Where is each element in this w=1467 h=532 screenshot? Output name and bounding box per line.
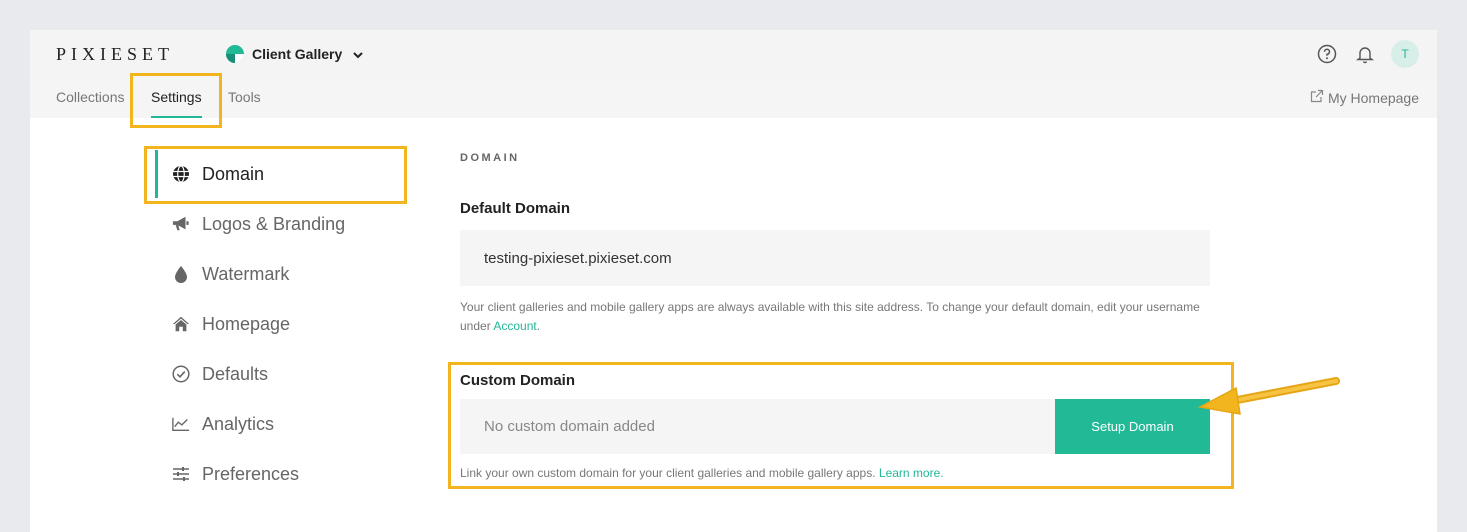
bell-icon[interactable]: [1353, 42, 1377, 66]
sub-navigation: Collections Settings Tools My Homepage: [30, 78, 1437, 118]
section-heading: DOMAIN: [460, 152, 520, 164]
tab-tools[interactable]: Tools: [228, 89, 261, 105]
pixieset-logo[interactable]: PIXIESET: [56, 44, 174, 65]
avatar[interactable]: T: [1391, 40, 1419, 68]
default-domain-value: testing-pixieset.pixieset.com: [484, 249, 672, 267]
default-domain-help-end: .: [536, 319, 541, 333]
product-name: Client Gallery: [252, 46, 343, 62]
default-domain-help: Your client galleries and mobile gallery…: [460, 298, 1220, 336]
check-circle-icon: [172, 365, 190, 383]
default-domain-title: Default Domain: [460, 200, 571, 217]
top-bar: PIXIESET Client Gallery T: [30, 30, 1437, 78]
external-link-icon: [1310, 89, 1324, 106]
default-domain-field: testing-pixieset.pixieset.com: [460, 230, 1210, 286]
client-gallery-icon: [226, 45, 244, 63]
default-domain-help-text: Your client galleries and mobile gallery…: [460, 300, 1200, 333]
sidebar-item-watermark[interactable]: Watermark: [172, 254, 402, 294]
home-icon: [172, 315, 190, 333]
product-switcher[interactable]: Client Gallery: [226, 44, 364, 64]
sidebar-item-preferences[interactable]: Preferences: [172, 454, 402, 494]
drop-icon: [172, 265, 190, 283]
sliders-icon: [172, 465, 190, 483]
sidebar-item-logos-branding[interactable]: Logos & Branding: [172, 204, 402, 244]
sidebar-item-analytics[interactable]: Analytics: [172, 404, 402, 444]
my-homepage-link[interactable]: My Homepage: [1310, 89, 1419, 106]
help-icon[interactable]: [1315, 42, 1339, 66]
sidebar-item-label: Analytics: [202, 413, 275, 434]
tab-collections[interactable]: Collections: [56, 89, 124, 105]
account-link[interactable]: Account: [493, 319, 536, 333]
sidebar-item-defaults[interactable]: Defaults: [172, 354, 402, 394]
my-homepage-label: My Homepage: [1327, 89, 1419, 106]
domain-item-highlight: [144, 146, 407, 204]
sidebar-item-homepage[interactable]: Homepage: [172, 304, 402, 344]
chevron-down-icon: [352, 48, 364, 60]
sidebar-item-label: Preferences: [202, 463, 300, 484]
sidebar-item-label: Homepage: [202, 313, 291, 334]
sidebar-item-label: Defaults: [202, 363, 269, 384]
settings-tab-highlight: [130, 73, 222, 128]
custom-domain-highlight: [448, 362, 1234, 489]
sidebar-item-label: Logos & Branding: [202, 213, 346, 234]
sidebar-item-label: Watermark: [202, 263, 290, 284]
chart-icon: [172, 415, 190, 433]
megaphone-icon: [172, 215, 190, 233]
